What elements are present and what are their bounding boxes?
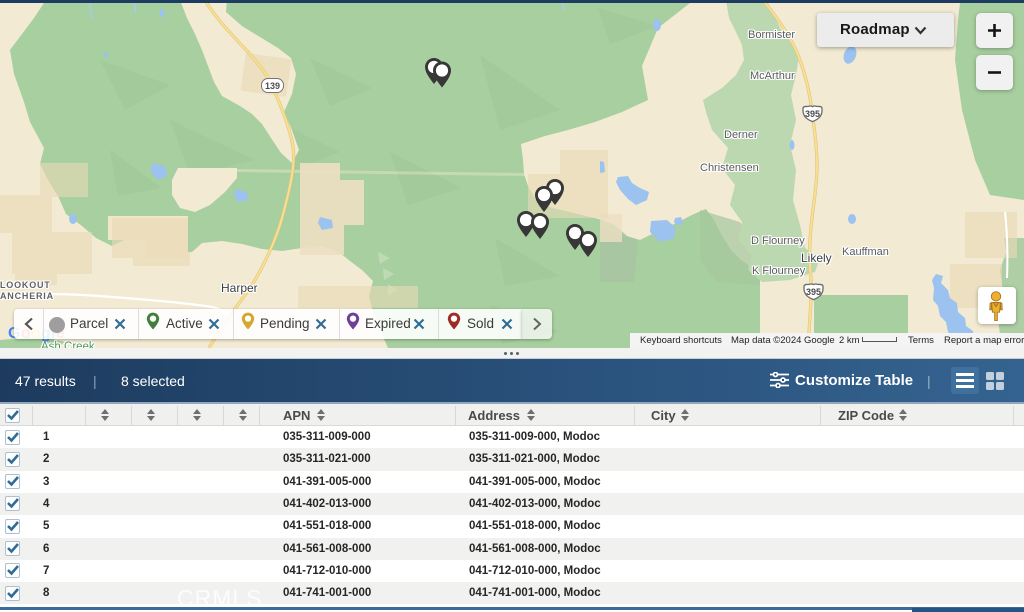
svg-text:395: 395 <box>806 287 821 297</box>
svg-text:395: 395 <box>805 109 820 119</box>
